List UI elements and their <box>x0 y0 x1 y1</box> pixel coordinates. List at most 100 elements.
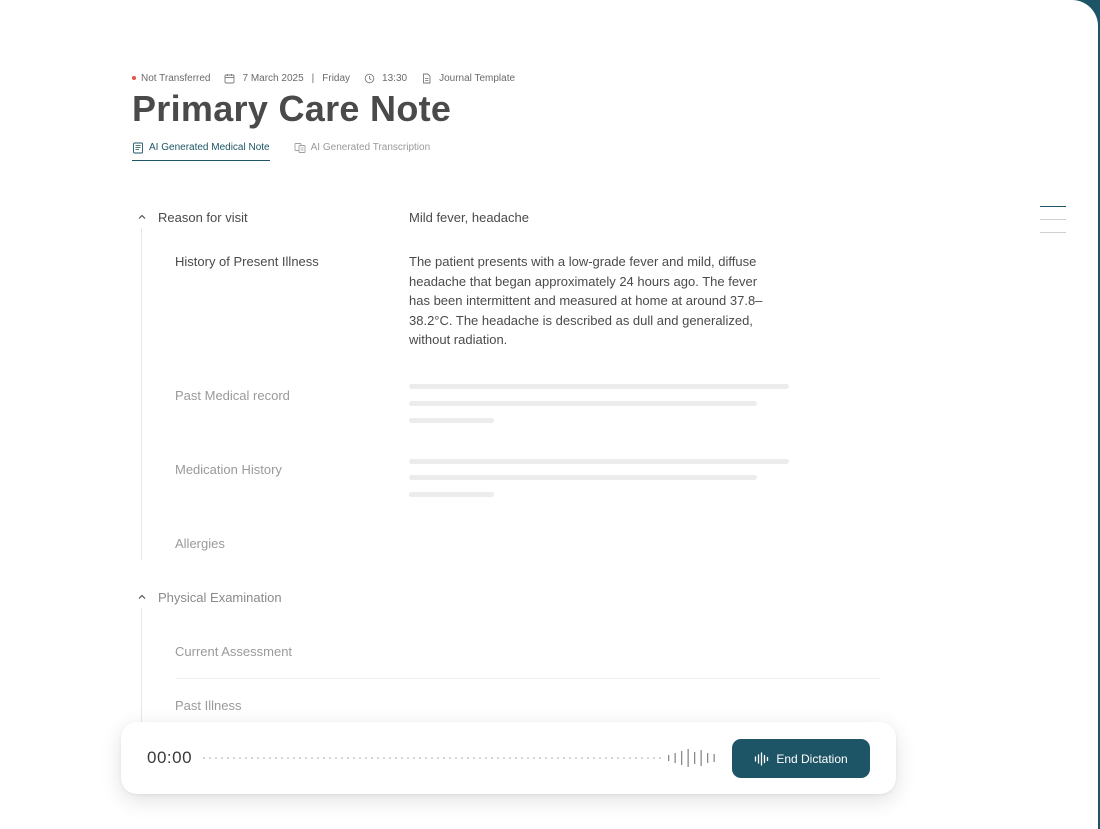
waveform-dot <box>557 757 559 759</box>
waveform-dot <box>215 757 217 759</box>
waveform-dot <box>353 757 355 759</box>
waveform-dot <box>461 757 463 759</box>
section-exam-label: Physical Examination <box>158 589 282 605</box>
waveform-dot <box>437 757 439 759</box>
waveform-dot <box>305 757 307 759</box>
waveform-dot <box>377 757 379 759</box>
waveform-dot <box>233 757 235 759</box>
waveform-dot <box>455 757 457 759</box>
waveform-dot <box>569 757 571 759</box>
waveform-bar <box>687 749 689 767</box>
note-weekday: Friday <box>322 72 351 84</box>
waveform-dot <box>329 757 331 759</box>
waveform-dot <box>269 757 271 759</box>
status-dot <box>132 76 136 80</box>
waveform-bar <box>681 751 683 765</box>
waveform-bar <box>707 753 709 763</box>
transfer-status: Not Transferred <box>141 72 211 84</box>
reason-value: Mild fever, headache <box>409 210 529 225</box>
section-reason-label: Reason for visit <box>158 209 248 225</box>
loading-placeholder-line <box>409 492 494 497</box>
loading-placeholder-line <box>409 384 789 389</box>
waveform-dot <box>539 757 541 759</box>
waveform-dot <box>323 757 325 759</box>
waveform-bar <box>668 755 670 761</box>
waveform-dot <box>209 757 211 759</box>
waveform-dot <box>227 757 229 759</box>
calendar-icon <box>224 73 235 84</box>
waveform-dot <box>497 757 499 759</box>
outline-menu-icon[interactable] <box>1040 206 1066 234</box>
waveform-dot <box>599 757 601 759</box>
waveform-dot <box>473 757 475 759</box>
waveform-dot <box>389 757 391 759</box>
field-hpi-value: The patient presents with a low-grade fe… <box>409 254 763 347</box>
waveform-dot <box>335 757 337 759</box>
note-tabs: AI Generated Medical Note AI Generated T… <box>132 142 430 162</box>
document-icon <box>421 73 432 84</box>
loading-placeholder-line <box>409 475 757 480</box>
loading-placeholder-line <box>409 401 757 406</box>
waveform-dot <box>581 757 583 759</box>
tab-medical-note[interactable]: AI Generated Medical Note <box>132 142 270 161</box>
page-title: Primary Care Note <box>132 88 452 129</box>
waveform-dot <box>275 757 277 759</box>
section-exam-rail <box>141 608 142 723</box>
waveform-bar <box>713 754 715 762</box>
waveform-dot <box>317 757 319 759</box>
clock-icon <box>364 73 375 84</box>
field-current-assessment-label: Current Assessment <box>175 644 293 659</box>
chevron-up-icon[interactable] <box>136 211 148 223</box>
waveform-dot <box>347 757 349 759</box>
waveform-dot <box>359 757 361 759</box>
waveform-dot <box>479 757 481 759</box>
waveform-dot <box>341 757 343 759</box>
field-allergies-label: Allergies <box>175 536 225 551</box>
section-reason-header[interactable]: Reason for visit <box>136 208 248 226</box>
waveform-dot <box>281 757 283 759</box>
waveform-dot <box>203 757 205 759</box>
waveform-dot <box>641 757 643 759</box>
waveform-dot <box>419 757 421 759</box>
waveform-dot <box>365 757 367 759</box>
waveform-dot <box>521 757 523 759</box>
end-dictation-button[interactable]: End Dictation <box>732 739 870 778</box>
date-separator: | <box>311 72 315 84</box>
waveform-dot <box>431 757 433 759</box>
waveform-dot <box>515 757 517 759</box>
waveform-dot <box>293 757 295 759</box>
waveform-dot <box>245 757 247 759</box>
waveform-bar <box>694 752 696 764</box>
note-icon <box>132 142 144 154</box>
note-date: 7 March 2025 <box>242 72 304 84</box>
section-exam-header[interactable]: Physical Examination <box>136 588 282 606</box>
waveform-dot <box>425 757 427 759</box>
waveform-dot <box>311 757 313 759</box>
journal-template-link[interactable]: Journal Template <box>439 73 515 84</box>
waveform-dot <box>251 757 253 759</box>
transcription-icon <box>294 142 306 154</box>
waveform-dot <box>575 757 577 759</box>
waveform-dot <box>653 757 655 759</box>
waveform-dot <box>299 757 301 759</box>
tab-medical-note-label: AI Generated Medical Note <box>149 142 270 153</box>
waveform-dot <box>611 757 613 759</box>
waveform-dot <box>383 757 385 759</box>
waveform-dot <box>287 757 289 759</box>
waveform-dot <box>593 757 595 759</box>
waveform-dot <box>563 757 565 759</box>
field-medication-label: Medication History <box>175 462 282 477</box>
tab-transcription[interactable]: AI Generated Transcription <box>294 142 430 161</box>
waveform-dot <box>443 757 445 759</box>
loading-placeholder-line <box>409 459 789 464</box>
waveform-dot <box>401 757 403 759</box>
page: Not Transferred 7 March 2025 | Friday 13… <box>0 0 1098 829</box>
waveform-dot <box>587 757 589 759</box>
waveform-dot <box>449 757 451 759</box>
chevron-up-icon[interactable] <box>136 591 148 603</box>
field-past-illness-label: Past Illness <box>175 698 242 713</box>
waveform-dot <box>485 757 487 759</box>
field-hpi-label: History of Present Illness <box>175 254 319 269</box>
audio-waveform <box>203 749 715 767</box>
section-reason-rail <box>141 228 142 560</box>
